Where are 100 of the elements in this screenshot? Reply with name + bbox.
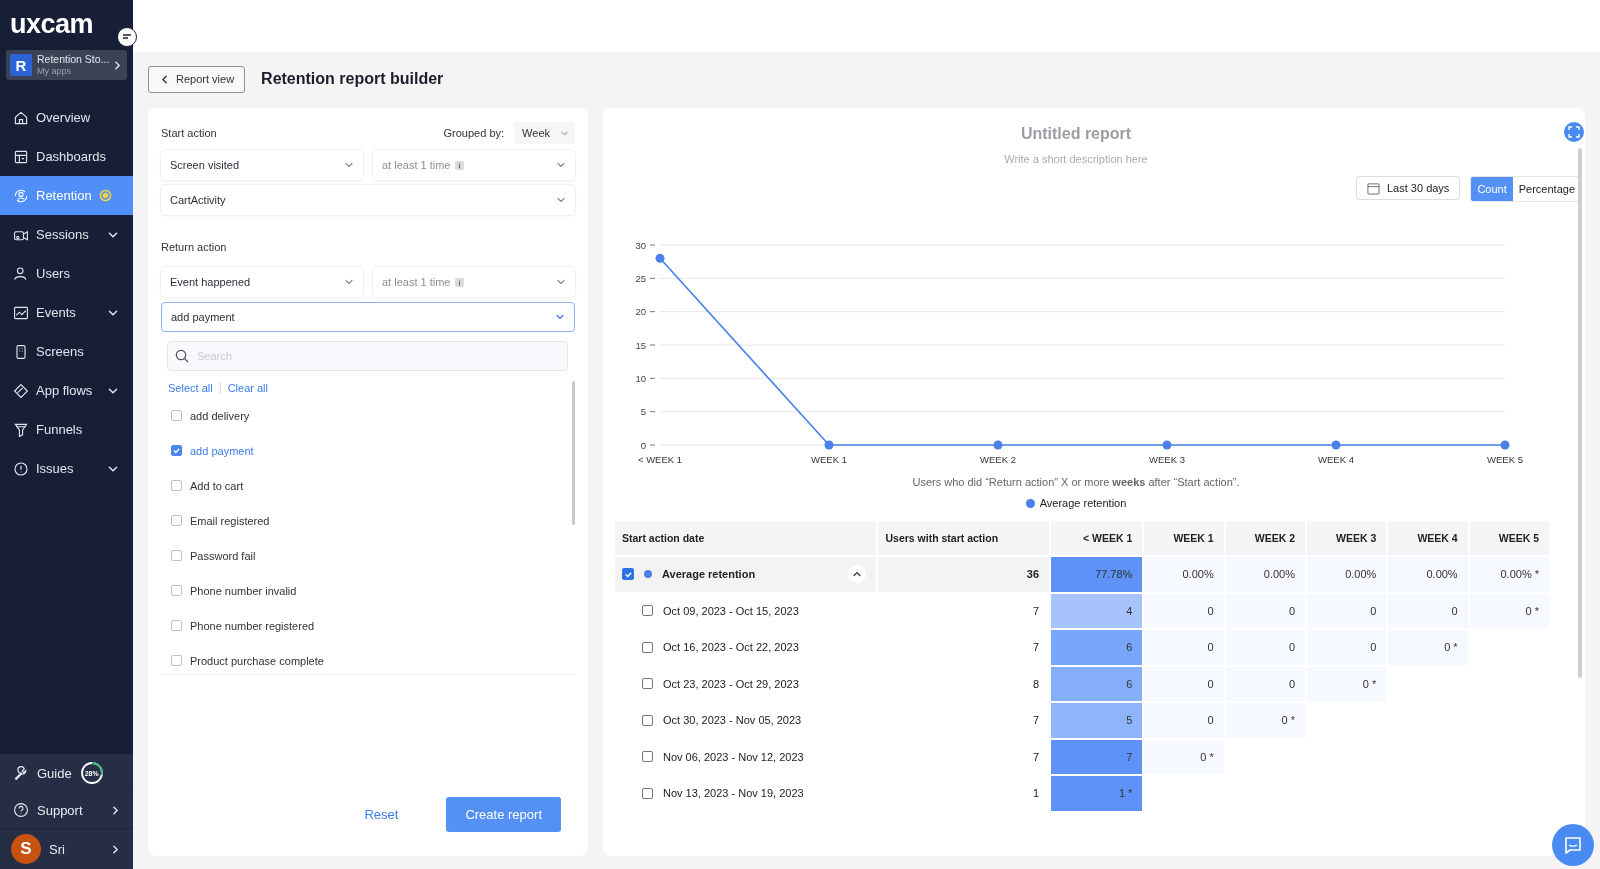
axis-label: 0 xyxy=(640,439,646,451)
legend-dot xyxy=(1025,498,1035,508)
scrollbar[interactable] xyxy=(1578,148,1582,678)
table-cell-text: 8 xyxy=(1032,676,1041,692)
chevron-right-icon xyxy=(110,804,121,816)
checkbox[interactable] xyxy=(642,605,653,617)
checkbox[interactable] xyxy=(171,620,182,631)
dropdown[interactable]: CartActivity xyxy=(161,185,575,215)
nav-item[interactable]: Users xyxy=(0,254,133,293)
table-cell-text: 7 xyxy=(1032,713,1041,729)
scrollbar[interactable] xyxy=(572,381,575,525)
axis-label: < WEEK 1 xyxy=(637,454,683,465)
chart-caption: Users who did “Return action” X or more weeks after “Start action”. xyxy=(911,476,1241,488)
chat-button[interactable] xyxy=(1552,824,1594,866)
fullscreen-button[interactable] xyxy=(1564,122,1584,142)
nav-item[interactable]: Issues xyxy=(0,449,133,488)
checkbox[interactable] xyxy=(642,641,653,653)
chevron-right-icon xyxy=(110,843,121,855)
user-menu[interactable]: S Sri xyxy=(0,828,133,869)
nav-item[interactable]: Events xyxy=(0,293,133,332)
heatmap-cell: 1 * xyxy=(1051,776,1143,811)
checkbox[interactable] xyxy=(171,480,182,491)
event-option[interactable]: Add to cart xyxy=(167,468,568,503)
axis-label: WEEK 1 xyxy=(811,454,847,465)
event-option[interactable]: add delivery xyxy=(167,398,568,433)
collapse-sidebar-button[interactable] xyxy=(117,27,137,47)
checkbox[interactable] xyxy=(642,678,653,690)
grouped-by-label: Grouped by: xyxy=(443,127,505,139)
checkbox[interactable] xyxy=(171,655,182,666)
clear-all-link[interactable]: Clear all xyxy=(227,382,268,394)
column-header: WEEK 4 xyxy=(1388,521,1468,555)
axis-label: 20 xyxy=(635,306,646,318)
heatmap-cell: 0 xyxy=(1144,703,1224,738)
dropdown[interactable]: Event happened xyxy=(161,267,363,297)
checkbox[interactable] xyxy=(171,585,182,596)
checkbox[interactable] xyxy=(171,550,182,561)
legend-label: Average retention xyxy=(1039,497,1127,509)
section-label: Start action xyxy=(161,127,217,139)
date-range: Nov 13, 2023 - Nov 19, 2023 xyxy=(663,787,804,800)
column-header: WEEK 2 xyxy=(1225,521,1305,555)
event-option[interactable]: Phone number invalid xyxy=(167,573,568,608)
checkbox[interactable] xyxy=(622,568,634,581)
app-name: Retention Sto... xyxy=(37,53,110,66)
checkbox[interactable] xyxy=(171,410,182,421)
heatmap-cell: 0 xyxy=(1307,593,1387,628)
column-header: Start action date xyxy=(615,521,877,555)
heatmap-cell: 0 * xyxy=(1225,703,1305,738)
heatmap-cell: 0 xyxy=(1388,593,1468,628)
heatmap-cell: 0 * xyxy=(1144,739,1224,774)
heatmap-cell: 0.00% xyxy=(1225,557,1305,592)
info-icon xyxy=(455,277,465,287)
app-subtitle: My apps xyxy=(37,65,71,77)
chevron-down-icon xyxy=(344,277,354,287)
nav-item[interactable]: Screens xyxy=(0,332,133,371)
nav-item[interactable]: Funnels xyxy=(0,410,133,449)
section-label: Return action xyxy=(161,241,227,253)
support-item[interactable]: Support xyxy=(0,791,133,828)
collapse-button[interactable] xyxy=(848,565,867,584)
checkbox[interactable] xyxy=(642,787,653,799)
column-header: WEEK 1 xyxy=(1144,521,1224,555)
table-cell-text: 7 xyxy=(1032,749,1041,765)
dropdown[interactable]: add payment xyxy=(161,302,575,332)
checkbox[interactable] xyxy=(171,515,182,526)
chevron-down-icon xyxy=(344,160,354,170)
heatmap-cell: 6 xyxy=(1051,630,1143,665)
heatmap-cell: 0.00% xyxy=(1144,557,1224,592)
chevron-left-icon xyxy=(159,73,170,85)
axis-label: WEEK 4 xyxy=(1318,454,1354,465)
select-all-link[interactable]: Select all xyxy=(168,382,213,394)
dropdown[interactable]: Screen visited xyxy=(161,150,363,180)
axis-label: 30 xyxy=(635,239,646,251)
chevron-right-icon xyxy=(112,59,123,71)
checkbox[interactable] xyxy=(642,714,653,726)
heatmap-cell: 0 xyxy=(1307,630,1387,665)
nav-item[interactable]: Sessions xyxy=(0,215,133,254)
checkbox[interactable] xyxy=(171,445,182,456)
date-range-picker[interactable]: Last 30 days xyxy=(1356,176,1461,200)
event-option[interactable]: Product purchase complete xyxy=(167,643,568,674)
app-switcher[interactable]: R Retention Sto... My apps xyxy=(6,50,127,80)
home-icon xyxy=(13,109,29,126)
event-option[interactable]: Password fail xyxy=(167,538,568,573)
heatmap-cell: 77.78% xyxy=(1051,557,1143,592)
back-button[interactable]: Report view xyxy=(148,65,246,93)
data-point xyxy=(824,440,834,450)
event-option[interactable]: Email registered xyxy=(167,503,568,538)
fullscreen-icon xyxy=(1568,126,1580,138)
table-cell-text: 7 xyxy=(1032,603,1041,619)
grouped-by-dropdown[interactable]: Week xyxy=(514,122,575,144)
reset-button[interactable]: Reset xyxy=(360,801,403,828)
data-point xyxy=(1162,440,1172,450)
nav-item[interactable]: Dashboards xyxy=(0,137,133,176)
page-title: Retention report builder xyxy=(261,70,444,88)
diamond-icon xyxy=(13,382,29,399)
checkbox[interactable] xyxy=(642,751,653,763)
event-option[interactable]: add payment xyxy=(167,433,568,468)
info-icon xyxy=(455,160,465,170)
nav-item[interactable]: Overview xyxy=(0,98,133,137)
calendar-icon xyxy=(1367,181,1380,195)
event-option[interactable]: Phone number registered xyxy=(167,608,568,643)
nav-item[interactable]: App flows xyxy=(0,371,133,410)
